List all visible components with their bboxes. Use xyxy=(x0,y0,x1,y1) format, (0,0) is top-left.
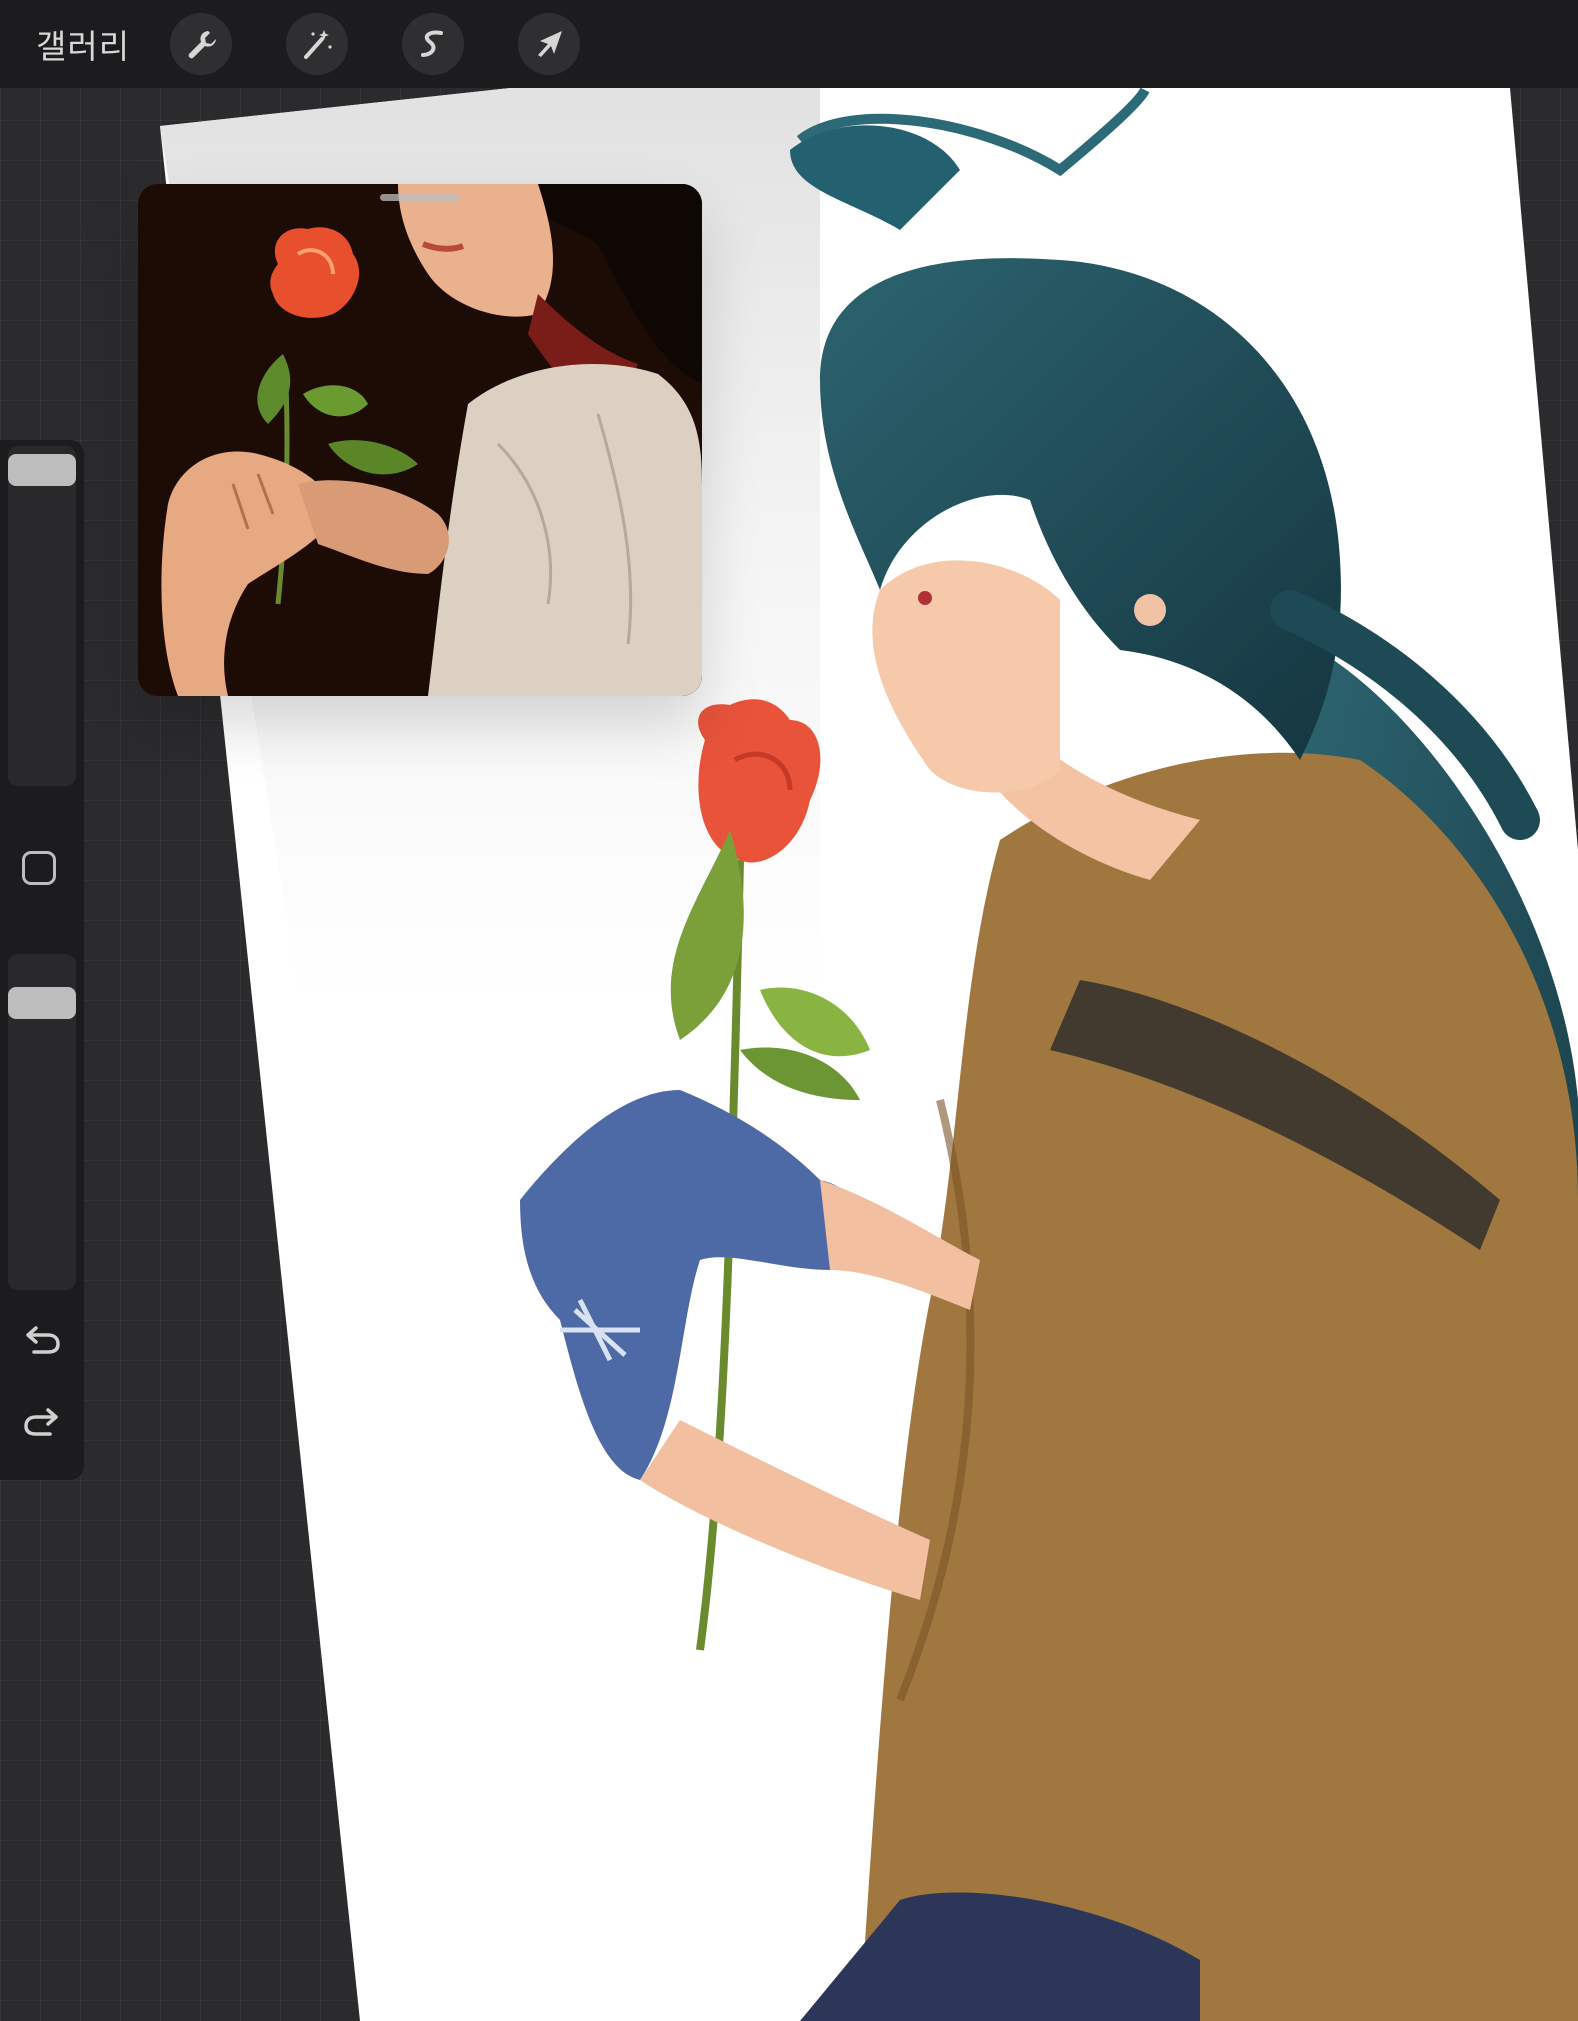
selection-button[interactable] xyxy=(402,13,464,75)
redo-button[interactable] xyxy=(20,1402,64,1442)
adjustments-button[interactable] xyxy=(286,13,348,75)
modify-button[interactable] xyxy=(22,851,56,885)
arrow-cursor-icon xyxy=(538,31,562,57)
brush-size-slider-thumb[interactable] xyxy=(8,454,76,486)
selection-s-icon xyxy=(421,30,443,57)
reference-drag-handle[interactable] xyxy=(380,194,460,201)
opacity-slider[interactable] xyxy=(8,954,76,1290)
actions-button[interactable] xyxy=(170,13,232,75)
reference-photo xyxy=(138,184,702,696)
left-sidebar xyxy=(0,440,84,1480)
magic-wand-icon xyxy=(304,30,332,59)
brush-size-slider[interactable] xyxy=(8,446,76,786)
reference-window[interactable] xyxy=(138,184,702,696)
redo-icon xyxy=(24,1408,58,1436)
opacity-slider-thumb[interactable] xyxy=(8,987,76,1019)
undo-icon xyxy=(26,1326,60,1354)
top-toolbar: 갤러리 xyxy=(0,0,1578,88)
transform-button[interactable] xyxy=(518,13,580,75)
undo-button[interactable] xyxy=(20,1320,64,1360)
gallery-button[interactable]: 갤러리 xyxy=(36,20,130,68)
wrench-icon xyxy=(188,31,216,59)
